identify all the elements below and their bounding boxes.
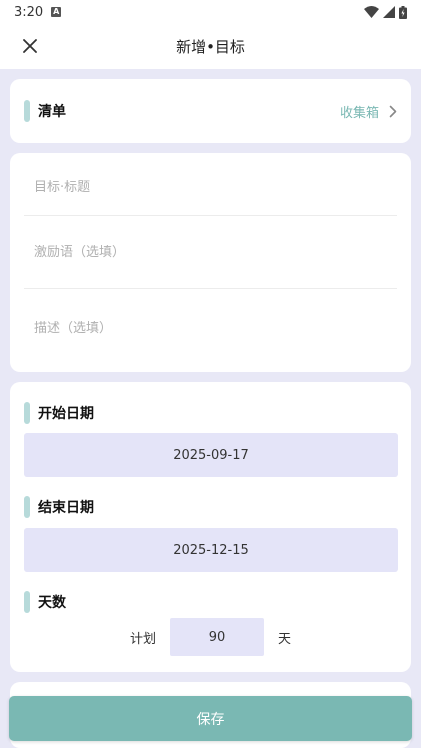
date-card: 开始日期 2025-09-17 结束日期 2025-12-15 天数 计划 天: [10, 382, 411, 672]
signal-icon: [383, 6, 395, 18]
app-bar: 新增•目标: [0, 24, 421, 69]
battery-icon: [399, 5, 407, 19]
close-icon: [23, 39, 37, 53]
end-date-picker[interactable]: 2025-12-15: [24, 528, 398, 572]
days-unit: 天: [278, 631, 292, 647]
goal-info-card: [10, 153, 411, 372]
section-accent-bar: [24, 100, 30, 122]
list-selector[interactable]: 收集箱: [340, 102, 397, 121]
days-header: 天数: [24, 591, 397, 613]
status-icons: [364, 5, 407, 19]
end-date-header: 结束日期: [24, 496, 397, 518]
days-row: 计划 天: [24, 618, 397, 656]
goal-title-input[interactable]: [34, 179, 397, 195]
goal-motto-input[interactable]: [34, 244, 397, 260]
days-input[interactable]: [170, 618, 264, 656]
goal-desc-row: [24, 289, 397, 367]
section-accent-bar: [24, 402, 30, 424]
status-bar: 3:20 A: [0, 0, 421, 24]
days-label: 天数: [38, 595, 66, 611]
section-accent-bar: [24, 591, 30, 613]
start-date-header: 开始日期: [24, 402, 397, 424]
list-card: 清单 收集箱: [10, 79, 411, 143]
section-accent-bar: [24, 496, 30, 518]
save-button[interactable]: 保存: [9, 696, 412, 741]
status-time: 3:20: [14, 4, 44, 20]
list-value: 收集箱: [339, 105, 379, 121]
goal-desc-input[interactable]: [34, 320, 397, 336]
wifi-icon: [364, 6, 379, 18]
notification-icon: A: [51, 7, 62, 17]
start-date-picker[interactable]: 2025-09-17: [24, 433, 398, 477]
goal-title-row: [24, 153, 397, 216]
list-label: 清单: [38, 104, 66, 120]
end-date-label: 结束日期: [38, 500, 94, 516]
start-date-label: 开始日期: [38, 406, 94, 422]
plan-prefix: 计划: [129, 631, 156, 647]
goal-motto-row: [24, 216, 397, 289]
chevron-right-icon: [389, 105, 397, 117]
close-button[interactable]: [20, 36, 40, 56]
page-title: 新增•目标: [176, 38, 245, 56]
